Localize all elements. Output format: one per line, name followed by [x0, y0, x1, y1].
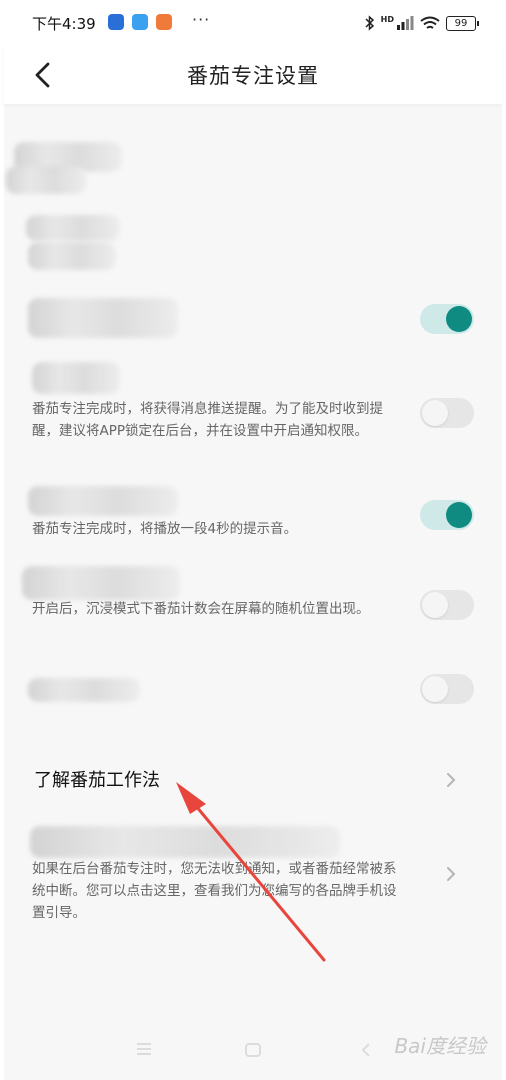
app-frame: 下午4:39 ··· HD 99 番茄专注设置 番茄专注完成时，将获得消息推送提…: [4, 0, 502, 1080]
wifi-icon: [420, 16, 440, 29]
watermark: Bai度经验: [394, 1034, 486, 1058]
back-nav-icon[interactable]: [360, 1042, 372, 1058]
menu-icon[interactable]: [136, 1042, 152, 1056]
sound-description: 番茄专注完成时，将播放一段4秒的提示音。: [32, 521, 298, 537]
notification-toggle[interactable]: [420, 398, 474, 428]
setting-toggle[interactable]: [420, 304, 474, 334]
redacted-label: [26, 215, 120, 241]
notification-description: 番茄专注完成时，将获得消息推送提醒。为了能及时收到提醒，建议将APP锁定在后台，…: [32, 401, 383, 439]
setting-toggle[interactable]: [420, 674, 474, 704]
status-bar: 下午4:39 ··· HD 99: [4, 0, 502, 46]
hd-badge: HD: [380, 14, 394, 24]
bluetooth-icon: [365, 15, 374, 31]
status-icons: HD 99: [365, 14, 479, 32]
redacted-label: [28, 678, 140, 702]
toggle-knob: [422, 592, 448, 618]
battery-icon: 99: [446, 15, 479, 31]
more-notifications-icon: ···: [192, 10, 211, 29]
immersive-description: 开启后，沉浸模式下番茄计数会在屏幕的随机位置出现。: [32, 601, 370, 617]
redacted-label: [32, 362, 120, 394]
redacted-label: [28, 298, 178, 338]
redacted-label: [28, 486, 178, 516]
notification-app-icon: [156, 14, 172, 30]
learn-pomodoro-link[interactable]: 了解番茄工作法: [34, 766, 160, 792]
signal-icon: [397, 16, 414, 30]
home-icon[interactable]: [244, 1042, 262, 1058]
notification-app-icon: [132, 14, 148, 30]
immersive-toggle[interactable]: [420, 590, 474, 620]
sound-toggle[interactable]: [420, 500, 474, 530]
toggle-knob: [446, 502, 472, 528]
toggle-knob: [422, 676, 448, 702]
chevron-right-icon[interactable]: [444, 770, 458, 790]
chevron-right-icon[interactable]: [444, 864, 458, 884]
annotation-arrow: [176, 782, 326, 962]
redacted-label: [28, 242, 116, 270]
redacted-label: [6, 166, 86, 194]
toggle-knob: [446, 306, 472, 332]
app-header: 番茄专注设置: [4, 46, 502, 104]
status-time: 下午4:39: [32, 15, 96, 33]
redacted-label: [22, 566, 180, 600]
page-title: 番茄专注设置: [187, 64, 319, 88]
notification-app-icon: [108, 14, 124, 30]
toggle-knob: [422, 400, 448, 426]
